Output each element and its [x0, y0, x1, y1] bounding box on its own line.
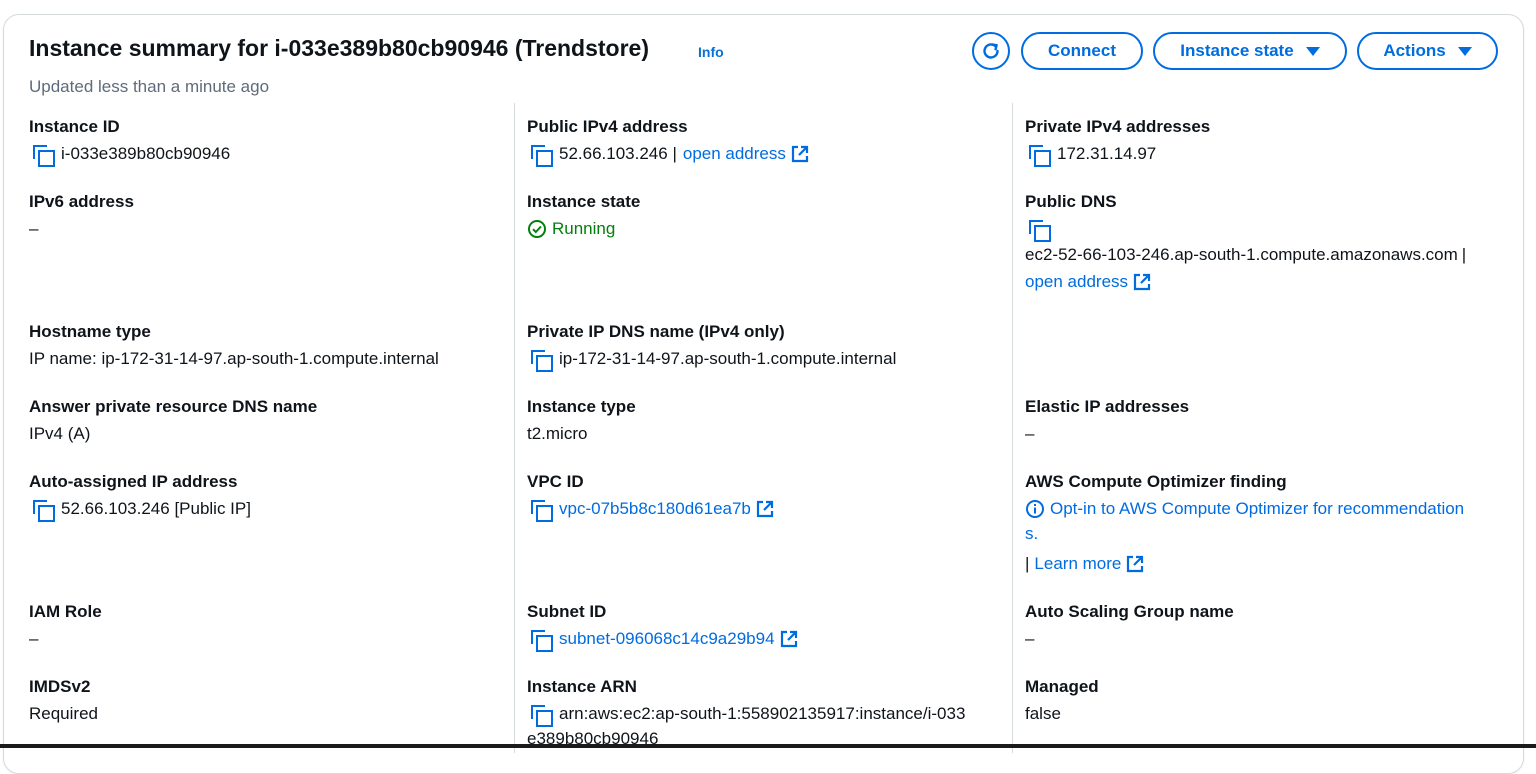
field-auto-ip: Auto-assigned IP address 52.66.103.246 [… — [29, 471, 499, 522]
copy-icon[interactable] — [531, 499, 553, 522]
actions-button[interactable]: Actions — [1357, 32, 1498, 70]
external-link-icon[interactable] — [791, 145, 809, 163]
vpc-id-link[interactable]: vpc-07b5b8c180d61ea7b — [559, 496, 751, 521]
field-instance-state: Instance state Running — [527, 191, 997, 241]
instance-arn-value-line1: arn:aws:ec2:ap-south-1:558902135917:inst… — [559, 704, 966, 723]
instance-state-button[interactable]: Instance state — [1153, 32, 1347, 70]
instance-state-value: Running — [552, 219, 616, 238]
external-link-icon[interactable] — [780, 630, 798, 648]
field-asg-name: Auto Scaling Group name – — [1025, 601, 1495, 651]
copy-icon[interactable] — [531, 629, 553, 652]
field-label: Subnet ID — [527, 602, 607, 621]
info-icon — [1026, 499, 1044, 518]
field-instance-type: Instance type t2.micro — [527, 396, 997, 446]
copy-icon[interactable] — [1029, 220, 1051, 242]
caret-down-icon — [1457, 46, 1472, 56]
copy-icon[interactable] — [33, 144, 55, 167]
answer-dns-value: IPv4 (A) — [29, 424, 91, 443]
field-iam-role: IAM Role – — [29, 601, 499, 651]
field-public-ipv4: Public IPv4 address 52.66.103.246 | open… — [527, 116, 997, 167]
external-link-icon[interactable] — [756, 500, 774, 518]
managed-value: false — [1025, 704, 1061, 723]
auto-ip-value: 52.66.103.246 [Public IP] — [61, 499, 251, 518]
copy-icon[interactable] — [1029, 144, 1051, 167]
field-label: Instance type — [527, 397, 636, 416]
field-label: IAM Role — [29, 602, 102, 621]
instance-type-value: t2.micro — [527, 424, 588, 443]
caret-down-icon — [1305, 46, 1320, 56]
status-success-icon — [528, 219, 546, 238]
refresh-icon — [983, 43, 999, 59]
field-imdsv2: IMDSv2 Required — [29, 676, 499, 726]
field-vpc-id: VPC ID vpc-07b5b8c180d61ea7b — [527, 471, 997, 522]
actions-label: Actions — [1383, 41, 1446, 60]
elastic-ip-value: – — [1025, 424, 1035, 443]
private-dns-value: ip-172-31-14-97.ap-south-1.compute.inter… — [559, 349, 897, 368]
field-instance-arn: Instance ARN arn:aws:ec2:ap-south-1:5589… — [527, 676, 997, 751]
field-label: IMDSv2 — [29, 677, 91, 696]
field-label: IPv6 address — [29, 192, 134, 211]
field-label: Public DNS — [1025, 192, 1117, 211]
info-link[interactable]: Info — [698, 44, 724, 60]
column-divider — [1012, 103, 1013, 753]
subnet-id-link[interactable]: subnet-096068c14c9a29b94 — [559, 626, 775, 651]
private-ipv4-value: 172.31.14.97 — [1057, 144, 1157, 163]
field-label: Public IPv4 address — [527, 117, 688, 136]
copy-icon[interactable] — [531, 144, 553, 167]
field-label: Managed — [1025, 677, 1099, 696]
connect-button[interactable]: Connect — [1021, 32, 1143, 70]
open-address-link[interactable]: open address — [1025, 269, 1128, 294]
field-label: Instance ID — [29, 117, 120, 136]
optimizer-opt-in-link-cont[interactable]: s. — [1025, 521, 1495, 546]
public-dns-value: ec2-52-66-103-246.ap-south-1.compute.ama… — [1025, 245, 1458, 264]
field-elastic-ip: Elastic IP addresses – — [1025, 396, 1495, 446]
field-label: Auto Scaling Group name — [1025, 602, 1234, 621]
bottom-edge-bar — [0, 744, 1536, 748]
separator: | — [1025, 554, 1030, 573]
learn-more-link[interactable]: Learn more — [1034, 551, 1121, 576]
field-ipv6: IPv6 address – — [29, 191, 499, 241]
field-label: Instance state — [527, 192, 641, 211]
connect-label: Connect — [1048, 41, 1116, 60]
field-label: Answer private resource DNS name — [29, 397, 318, 416]
copy-icon[interactable] — [531, 349, 553, 372]
field-hostname-type: Hostname type IP name: ip-172-31-14-97.a… — [29, 321, 499, 371]
field-instance-id: Instance ID i-033e389b80cb90946 — [29, 116, 499, 167]
field-label: VPC ID — [527, 472, 584, 491]
field-private-dns: Private IP DNS name (IPv4 only) ip-172-3… — [527, 321, 997, 372]
field-answer-dns: Answer private resource DNS name IPv4 (A… — [29, 396, 499, 446]
hostname-type-value: IP name: ip-172-31-14-97.ap-south-1.comp… — [29, 349, 439, 368]
instance-id-value: i-033e389b80cb90946 — [61, 144, 231, 163]
asg-name-value: – — [1025, 629, 1035, 648]
field-subnet-id: Subnet ID subnet-096068c14c9a29b94 — [527, 601, 997, 652]
iam-role-value: – — [29, 629, 39, 648]
field-label: Elastic IP addresses — [1025, 397, 1190, 416]
field-label: AWS Compute Optimizer finding — [1025, 472, 1287, 491]
field-label: Private IP DNS name (IPv4 only) — [527, 322, 785, 341]
field-label: Private IPv4 addresses — [1025, 117, 1211, 136]
updated-text: Updated less than a minute ago — [29, 77, 270, 96]
optimizer-opt-in-link[interactable]: Opt-in to AWS Compute Optimizer for reco… — [1050, 496, 1464, 521]
field-label: Instance ARN — [527, 677, 637, 696]
public-ipv4-value: 52.66.103.246 | — [559, 144, 677, 163]
instance-state-label: Instance state — [1180, 41, 1294, 60]
column-divider — [514, 103, 515, 753]
field-private-ipv4: Private IPv4 addresses 172.31.14.97 — [1025, 116, 1495, 167]
field-public-dns: Public DNS ec2-52-66-103-246.ap-south-1.… — [1025, 191, 1495, 294]
refresh-button[interactable] — [972, 32, 1010, 70]
field-managed: Managed false — [1025, 676, 1495, 726]
page-title: Instance summary for i-033e389b80cb90946… — [29, 35, 650, 61]
external-link-icon[interactable] — [1126, 555, 1144, 573]
imdsv2-value: Required — [29, 704, 98, 723]
ipv6-value: – — [29, 219, 39, 238]
copy-icon[interactable] — [531, 704, 553, 727]
field-optimizer: AWS Compute Optimizer finding Opt-in to … — [1025, 471, 1495, 576]
external-link-icon[interactable] — [1133, 273, 1151, 291]
field-label: Auto-assigned IP address — [29, 472, 238, 491]
field-label: Hostname type — [29, 322, 151, 341]
copy-icon[interactable] — [33, 499, 55, 522]
open-address-link[interactable]: open address — [683, 141, 786, 166]
separator: | — [1461, 245, 1467, 264]
